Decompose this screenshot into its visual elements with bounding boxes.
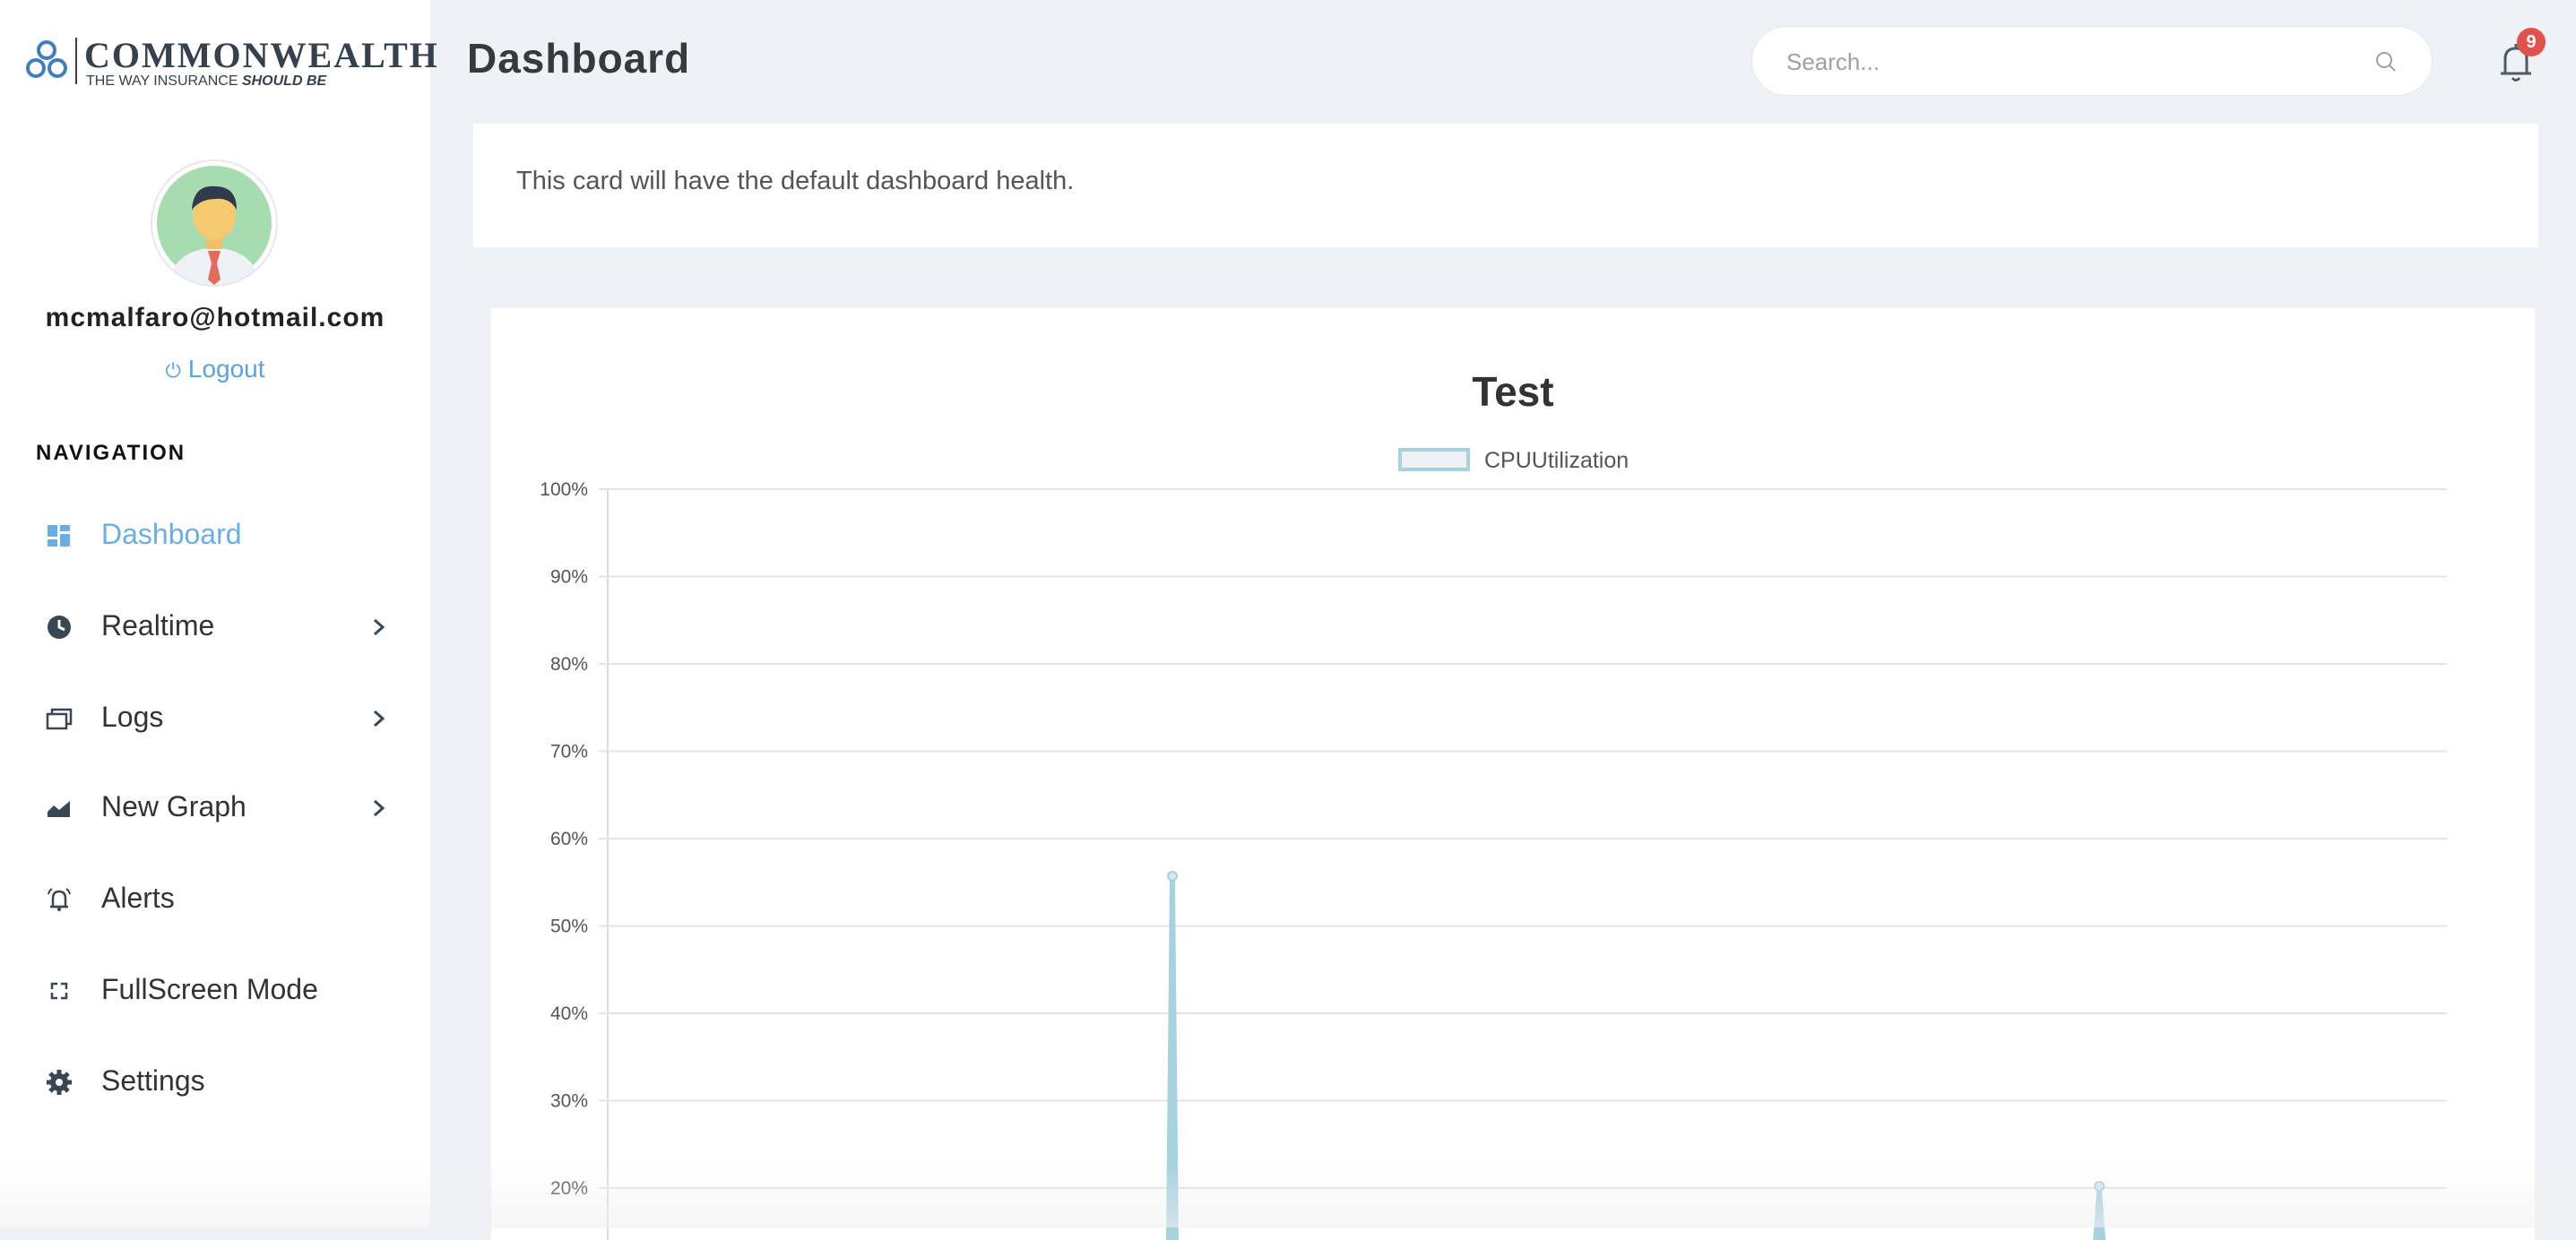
sidebar-item-label: New Graph xyxy=(101,790,246,822)
search-input[interactable] xyxy=(1785,43,2344,81)
fullscreen-icon xyxy=(50,982,68,1000)
folders-icon xyxy=(46,708,73,730)
dashboard-icon xyxy=(48,525,70,547)
brand-name: COMMONWEALTH xyxy=(84,35,439,75)
sidebar-item-label: Logs xyxy=(101,701,164,733)
sidebar-item-alerts[interactable]: Alerts xyxy=(0,864,430,935)
search-box xyxy=(1751,26,2433,96)
power-icon: ⏻ xyxy=(165,359,181,382)
notification-badge: 9 xyxy=(2517,28,2546,56)
y-tick-label: 70% xyxy=(550,742,588,762)
logo-divider xyxy=(75,38,77,84)
sidebar-item-label: Settings xyxy=(101,1064,205,1097)
alarm-bell-icon xyxy=(48,888,71,911)
data-point xyxy=(2094,1181,2105,1193)
health-card: This card will have the default dashboar… xyxy=(473,124,2538,247)
sidebar-item-fullscreen[interactable]: FullScreen Mode xyxy=(0,955,430,1027)
sidebar-item-label: Alerts xyxy=(101,882,175,914)
data-spike xyxy=(1165,880,1179,1240)
sidebar-item-dashboard[interactable]: Dashboard xyxy=(0,500,430,572)
y-tick-label: 60% xyxy=(550,829,588,849)
sidebar-item-settings[interactable]: Settings xyxy=(0,1046,430,1118)
sidebar: COMMONWEALTH THE WAY INSURANCE SHOULD BE… xyxy=(0,0,437,1227)
chevron-right-icon xyxy=(374,618,385,636)
sidebar-item-label: FullScreen Mode xyxy=(101,973,318,1005)
data-spike xyxy=(2093,1191,2106,1240)
search-icon[interactable] xyxy=(2373,48,2399,75)
y-tick-label: 50% xyxy=(550,917,588,937)
user-avatar-icon xyxy=(157,166,272,285)
logout-link[interactable]: ⏻ Logout xyxy=(0,355,430,383)
y-tick-label: 40% xyxy=(550,1003,588,1024)
y-tick-label: 100% xyxy=(540,479,588,500)
logout-label: Logout xyxy=(187,355,265,383)
y-tick-label: 30% xyxy=(550,1091,588,1112)
sidebar-item-label: Realtime xyxy=(101,609,215,642)
health-card-text: This card will have the default dashboar… xyxy=(516,167,1075,195)
gear-icon xyxy=(47,1070,72,1095)
chevron-right-icon xyxy=(374,799,385,817)
nav-heading: NAVIGATION xyxy=(36,441,186,465)
page-title: Dashboard xyxy=(467,35,691,82)
chevron-right-icon xyxy=(374,710,385,728)
sidebar-item-new-graph[interactable]: New Graph xyxy=(0,772,430,844)
cpu-utilization-chart: 100% 90% 80% 70% 60% 50% 40% 30% 20% xyxy=(540,479,2447,1240)
avatar[interactable] xyxy=(151,159,278,287)
clock-icon xyxy=(48,616,71,639)
y-tick-label: 80% xyxy=(550,654,588,675)
sidebar-item-realtime[interactable]: Realtime xyxy=(0,591,430,663)
chart-card: Test CPUUtilization 100% 90% 80% 70% 60% 50% 4… xyxy=(491,308,2535,1240)
brand-tagline: THE WAY INSURANCE SHOULD BE xyxy=(86,73,327,89)
y-tick-label: 20% xyxy=(550,1178,588,1199)
area-chart-icon xyxy=(48,801,70,817)
brand-logo[interactable]: COMMONWEALTH THE WAY INSURANCE SHOULD BE xyxy=(25,34,437,91)
user-email: mcmalfaro@hotmail.com xyxy=(45,303,385,332)
y-tick-label: 90% xyxy=(550,567,588,588)
sidebar-item-logs[interactable]: Logs xyxy=(0,683,430,754)
data-point xyxy=(1166,870,1178,882)
brand-mark-icon xyxy=(26,40,67,78)
sidebar-item-label: Dashboard xyxy=(101,518,242,550)
